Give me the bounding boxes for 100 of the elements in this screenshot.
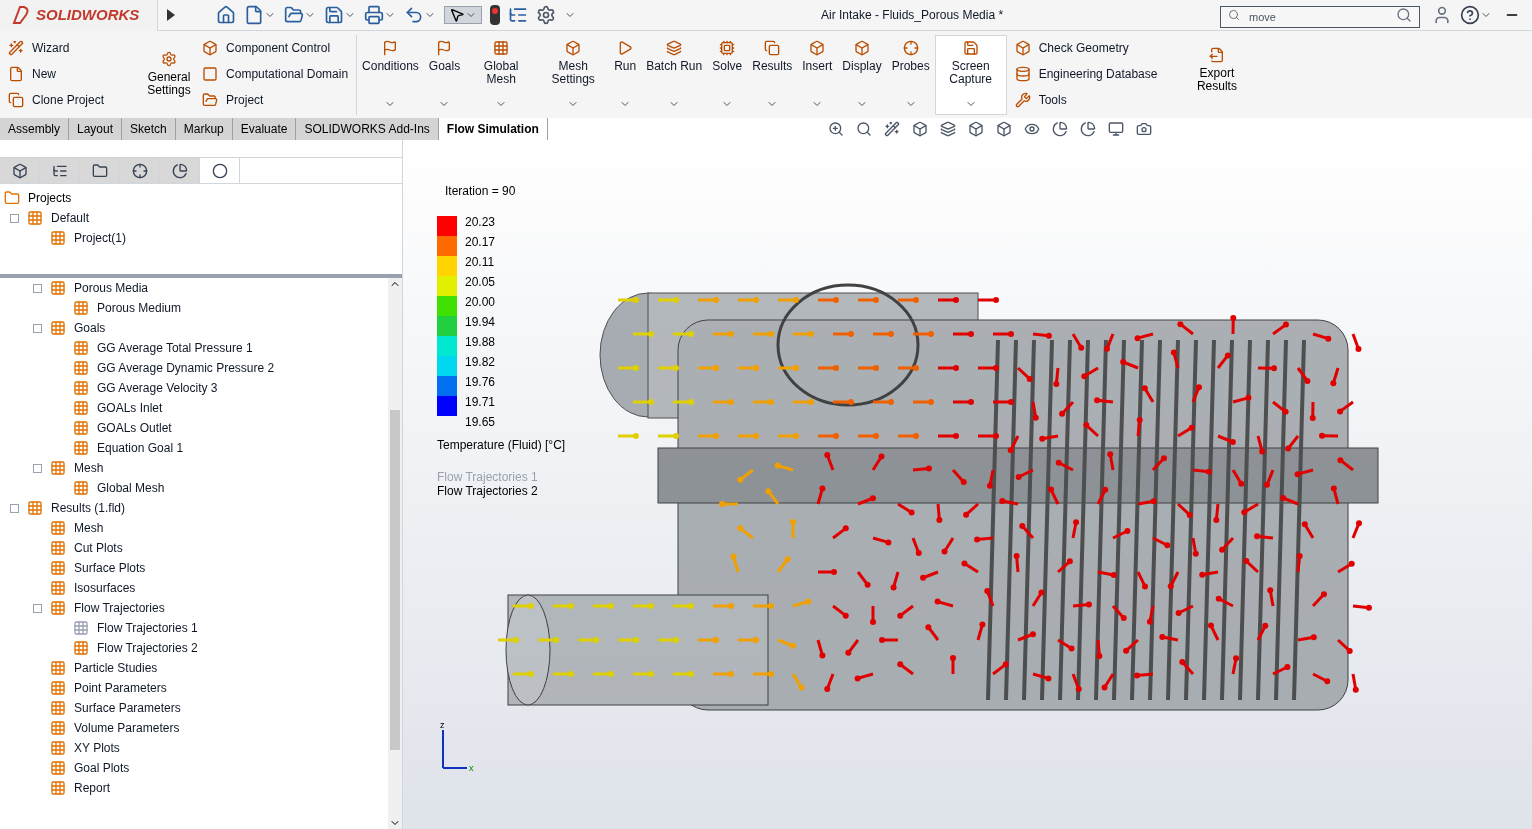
tree-item[interactable]: XY Plots <box>74 739 120 757</box>
expander-icon[interactable] <box>33 283 42 293</box>
view-tool-icon[interactable] <box>1079 121 1096 137</box>
ribbon-tab[interactable]: SOLIDWORKS Add-Ins <box>296 118 439 140</box>
ribbon-button[interactable]: Probes <box>886 35 935 115</box>
ribbon-button[interactable]: General Settings <box>144 35 195 97</box>
tree-item[interactable]: GG Average Dynamic Pressure 2 <box>97 359 275 377</box>
ribbon-button[interactable]: Display <box>837 35 887 115</box>
panel-tab[interactable] <box>0 158 40 183</box>
app-logo[interactable]: SOLIDWORKS <box>0 0 158 31</box>
tree-item[interactable]: Point Parameters <box>74 679 167 697</box>
tree-item[interactable]: Flow Trajectories 1 <box>97 619 198 637</box>
traffic-light-icon[interactable] <box>490 5 500 25</box>
list-icon[interactable] <box>508 5 528 25</box>
expander-icon[interactable] <box>10 213 19 223</box>
tree-item[interactable]: Surface Plots <box>74 559 146 577</box>
tree-item[interactable]: Global Mesh <box>97 479 165 497</box>
tree-item[interactable]: Report <box>74 779 111 797</box>
ribbon-button[interactable]: Check Geometry <box>1014 35 1158 61</box>
ribbon-button[interactable]: Mesh Settings <box>537 35 610 115</box>
tree-item[interactable]: Goals <box>74 319 106 337</box>
select-tool[interactable] <box>444 6 482 24</box>
ribbon-button[interactable]: Insert <box>797 35 838 115</box>
toolbar-icon[interactable] <box>364 5 384 25</box>
ribbon-button[interactable]: Computational Domain <box>202 61 349 87</box>
ribbon-button[interactable]: Global Mesh <box>465 35 538 115</box>
panel-tab-icon <box>131 162 148 179</box>
toolbar-icon[interactable] <box>404 5 424 25</box>
tree-item[interactable]: Isosurfaces <box>74 579 136 597</box>
panel-tab[interactable] <box>120 158 160 183</box>
panel-tab[interactable] <box>40 158 80 183</box>
tree-item[interactable]: Volume Parameters <box>74 719 180 737</box>
expand-arrow-icon[interactable] <box>166 8 176 22</box>
toolbar-icon[interactable] <box>284 5 304 25</box>
ribbon-tab[interactable]: Layout <box>69 118 123 140</box>
ribbon-tab[interactable]: Flow Simulation <box>438 118 548 140</box>
ribbon-tab[interactable]: Assembly <box>0 118 69 140</box>
tree-item[interactable]: Flow Trajectories 2 <box>97 639 198 657</box>
ribbon-button[interactable]: Engineering Database <box>1014 61 1158 87</box>
ribbon-button[interactable]: Solve <box>707 35 748 115</box>
settings-icon[interactable] <box>536 5 556 25</box>
ribbon-button[interactable]: Conditions <box>357 35 424 115</box>
view-tool-icon[interactable] <box>967 121 984 137</box>
view-tool-icon[interactable] <box>883 121 900 137</box>
tree-item[interactable]: Surface Parameters <box>74 699 181 717</box>
ribbon-button[interactable]: Project <box>202 87 349 113</box>
view-tool-icon[interactable] <box>855 121 872 137</box>
tree-item[interactable]: Default <box>51 209 90 227</box>
legend-value: 20.11 <box>465 254 496 271</box>
toolbar-icon[interactable] <box>216 5 236 25</box>
tree-item[interactable]: Cut Plots <box>74 539 123 557</box>
ribbon-button[interactable]: Screen Capture <box>934 35 1007 115</box>
expander-icon[interactable] <box>33 323 42 333</box>
ribbon-button[interactable]: Component Control <box>202 35 349 61</box>
panel-tab[interactable] <box>80 158 120 183</box>
tree-item[interactable]: Particle Studies <box>74 659 158 677</box>
view-tool-icon[interactable] <box>939 121 956 137</box>
ribbon-button[interactable]: Results <box>747 35 798 115</box>
tree-item[interactable]: GG Average Total Pressure 1 <box>97 339 253 357</box>
ribbon-tab[interactable]: Sketch <box>122 118 176 140</box>
ribbon-button[interactable]: Clone Project <box>8 87 105 113</box>
ribbon-button[interactable]: Run <box>609 35 642 115</box>
expander-icon[interactable] <box>10 503 19 513</box>
ribbon-button[interactable]: New <box>8 61 105 87</box>
view-tool-icon[interactable] <box>1023 121 1040 137</box>
ribbon-button[interactable]: Tools <box>1014 87 1158 113</box>
ribbon-button[interactable]: Wizard <box>8 35 105 61</box>
view-tool-icon[interactable] <box>1051 121 1068 137</box>
view-tool-icon[interactable] <box>995 121 1012 137</box>
tree-item[interactable]: Projects <box>28 189 72 207</box>
ribbon-tab[interactable]: Evaluate <box>232 118 297 140</box>
tree-item[interactable]: Mesh <box>74 459 104 477</box>
ribbon-button[interactable]: Batch Run <box>641 35 708 115</box>
toolbar-icon[interactable] <box>244 5 264 25</box>
tree-item[interactable]: GOALs Inlet <box>97 399 163 417</box>
ribbon-button[interactable]: Goals <box>423 35 466 115</box>
tree-item[interactable]: GG Average Velocity 3 <box>97 379 218 397</box>
tree-item[interactable]: Results (1.fld) <box>51 499 126 517</box>
ribbon-tab[interactable]: Markup <box>175 118 233 140</box>
tree-item[interactable]: Porous Medium <box>97 299 182 317</box>
search-field[interactable]: move <box>1220 6 1420 28</box>
tree-item[interactable]: Mesh <box>74 519 104 537</box>
expander-icon[interactable] <box>33 463 42 473</box>
toolbar-icon[interactable] <box>324 5 344 25</box>
tree-item[interactable]: Equation Goal 1 <box>97 439 184 457</box>
tree-item[interactable]: GOALs Outlet <box>97 419 172 437</box>
view-tool-icon[interactable] <box>911 121 928 137</box>
tree-item[interactable]: Flow Trajectories <box>74 599 165 617</box>
tree-item[interactable]: Porous Media <box>74 279 149 297</box>
expander-icon[interactable] <box>33 603 42 613</box>
tree-item[interactable]: Project(1) <box>74 229 126 247</box>
tree-item[interactable]: Goal Plots <box>74 759 130 777</box>
ribbon-button[interactable]: Export Results <box>1189 35 1245 93</box>
view-tool-icon[interactable] <box>827 121 844 137</box>
panel-tab[interactable] <box>160 158 200 183</box>
view-tool-icon[interactable] <box>1107 121 1124 137</box>
view-tool-icon[interactable] <box>1135 121 1152 137</box>
user-icon[interactable] <box>1432 5 1452 25</box>
scrollbar[interactable] <box>388 278 402 829</box>
help-icon[interactable] <box>1460 5 1480 25</box>
